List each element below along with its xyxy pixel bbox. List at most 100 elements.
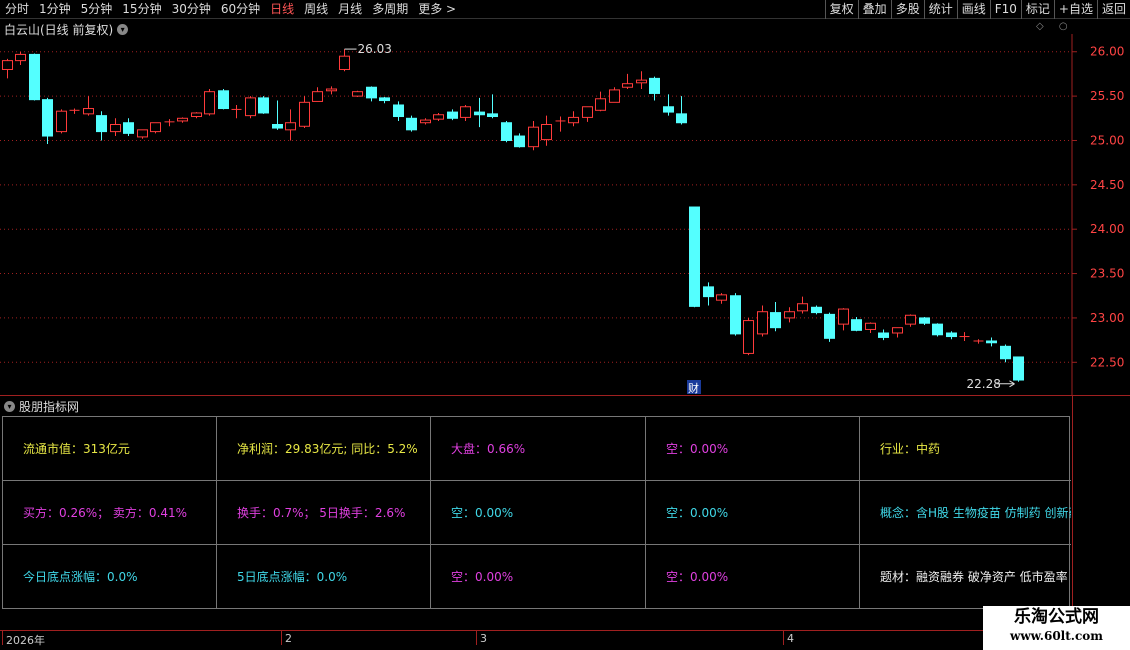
candle-body-down bbox=[932, 323, 943, 336]
tab-period-0[interactable]: 分时 bbox=[0, 0, 34, 19]
tool-button-1[interactable]: 叠加 bbox=[857, 0, 891, 19]
chevron-down-icon[interactable]: ▾ bbox=[4, 401, 15, 412]
date-axis: 2026年 2 3 4 bbox=[0, 630, 1130, 650]
watermark-line1: 乐淘公式网 bbox=[1014, 607, 1099, 627]
candle-body-up bbox=[797, 303, 808, 312]
candle-body-up bbox=[636, 79, 647, 84]
candle-body-down bbox=[366, 86, 377, 99]
date-label: 2 bbox=[285, 632, 292, 645]
candle-body-up bbox=[110, 124, 121, 133]
candle-body-up bbox=[352, 91, 363, 97]
right-axis-strip bbox=[1072, 396, 1130, 630]
tab-period-9[interactable]: 多周期 bbox=[367, 0, 413, 19]
candle-body-up bbox=[595, 98, 606, 111]
candle-body-up bbox=[541, 124, 552, 141]
candle-body-down bbox=[487, 113, 498, 118]
candle-body-up bbox=[285, 122, 296, 131]
candle-body-down bbox=[730, 295, 741, 335]
candle-body-up bbox=[191, 112, 202, 118]
candle-body-up bbox=[420, 119, 431, 124]
watermark-line2: www.60lt.com bbox=[1010, 629, 1103, 643]
indicator-cell-r0c0: 流通市值：313亿元 bbox=[3, 417, 217, 481]
tool-button-0[interactable]: 复权 bbox=[824, 0, 858, 19]
candle-body-down bbox=[501, 122, 512, 141]
tab-period-5[interactable]: 60分钟 bbox=[216, 0, 265, 19]
candle-body-down bbox=[272, 124, 283, 129]
candle-body-down bbox=[123, 122, 134, 134]
tab-period-8[interactable]: 月线 bbox=[333, 0, 367, 19]
candle-body-down bbox=[824, 313, 835, 339]
indicator-cell-r2c2: 空：0.00% bbox=[431, 545, 646, 608]
candle-body-down bbox=[258, 97, 269, 114]
indicator-cell-r2c0: 今日底点涨幅：0.0% bbox=[3, 545, 217, 608]
y-tick-label: 22.50 bbox=[1090, 355, 1124, 369]
indicator-cell-r0c1: 净利润：29.83亿元; 同比：5.2% bbox=[217, 417, 431, 481]
panel-title: 股朋指标网 bbox=[19, 400, 80, 414]
candle-body-up bbox=[743, 320, 754, 354]
tool-button-4[interactable]: 画线 bbox=[956, 0, 990, 19]
candle-body-down bbox=[649, 77, 660, 94]
header-icons[interactable]: ◇ ○ bbox=[1036, 21, 1074, 32]
candle-body-up bbox=[582, 106, 593, 118]
date-tick bbox=[476, 631, 477, 645]
candle-body-down bbox=[946, 332, 957, 338]
candle-body-up bbox=[245, 97, 256, 117]
tool-button-5[interactable]: F10 bbox=[989, 0, 1021, 19]
tab-period-3[interactable]: 15分钟 bbox=[117, 0, 166, 19]
top-toolbar: 分时 1分钟 5分钟 15分钟 30分钟 60分钟 日线 周线 月线 多周期 更多 > 复权 叠加 多股… bbox=[0, 0, 1130, 19]
candle-body-up bbox=[784, 311, 795, 319]
candle-body-down bbox=[770, 312, 781, 329]
candle-body-down bbox=[663, 106, 674, 113]
date-label: 4 bbox=[787, 632, 794, 645]
tab-period-4[interactable]: 30分钟 bbox=[167, 0, 216, 19]
candle-body-down bbox=[919, 317, 930, 324]
candle-body-down bbox=[514, 135, 525, 148]
tab-period-1[interactable]: 1分钟 bbox=[34, 0, 76, 19]
date-tick bbox=[281, 631, 282, 645]
indicator-cell-r2c3: 空：0.00% bbox=[646, 545, 860, 608]
candle-body-up bbox=[177, 117, 188, 122]
tool-button-3[interactable]: 统计 bbox=[923, 0, 957, 19]
candle-body-down bbox=[878, 332, 889, 338]
tab-period-6[interactable]: 日线 bbox=[265, 0, 299, 19]
candle-body-up bbox=[312, 91, 323, 102]
tool-button-2[interactable]: 多股 bbox=[890, 0, 924, 19]
candle-body-down bbox=[474, 111, 485, 116]
date-label: 3 bbox=[480, 632, 487, 645]
indicator-table: 流通市值：313亿元 净利润：29.83亿元; 同比：5.2% 大盘：0.66% 空：… bbox=[2, 416, 1071, 609]
candle-body-up bbox=[568, 116, 579, 124]
panel-title-bar: ▾ 股朋指标网 bbox=[4, 398, 79, 415]
candle-body-up bbox=[905, 314, 916, 325]
candle-body-down bbox=[96, 115, 107, 133]
indicator-cell-r1c0: 买方：0.26%； 卖方：0.41% bbox=[3, 481, 217, 545]
candle-body-down bbox=[29, 53, 40, 101]
candle-body-down bbox=[986, 340, 997, 344]
tab-period-2[interactable]: 5分钟 bbox=[76, 0, 118, 19]
candle-body-up bbox=[150, 122, 161, 133]
candle-body-down bbox=[1000, 345, 1011, 360]
y-tick-label: 23.00 bbox=[1090, 311, 1124, 325]
event-marker-label: 财 bbox=[688, 381, 699, 395]
indicator-cell-r0c2: 大盘：0.66% bbox=[431, 417, 646, 481]
candle-body-up bbox=[892, 327, 903, 334]
tool-button-6[interactable]: 标记 bbox=[1020, 0, 1054, 19]
date-label: 2026年 bbox=[6, 634, 45, 647]
indicator-cell-r1c4: 概念：含H股 生物疫苗 仿制药 创新药 bbox=[860, 481, 1071, 545]
indicator-cell-r0c4: 行业：中药 bbox=[860, 417, 1071, 481]
candle-body-up bbox=[460, 106, 471, 118]
candle-body-down bbox=[851, 319, 862, 331]
candle-body-down bbox=[689, 206, 700, 307]
y-tick-label: 24.00 bbox=[1090, 222, 1124, 236]
low-price-label: 22.28 bbox=[967, 377, 1001, 391]
candle-body-up bbox=[757, 311, 768, 335]
tab-period-7[interactable]: 周线 bbox=[299, 0, 333, 19]
candle-body-up bbox=[528, 126, 539, 148]
tool-button-8[interactable]: 返回 bbox=[1096, 0, 1130, 19]
kline-chart[interactable]: 26.00 25.50 25.00 24.50 24.00 23.50 23.00 22.50… bbox=[0, 34, 1130, 396]
tab-period-10[interactable]: 更多 > bbox=[413, 0, 461, 19]
y-tick-label: 26.00 bbox=[1090, 45, 1124, 59]
candle-body-down bbox=[393, 104, 404, 118]
candle-body-up bbox=[56, 110, 67, 133]
watermark-logo: 乐淘公式网 www.60lt.com bbox=[983, 606, 1130, 650]
tool-button-7[interactable]: +自选 bbox=[1053, 0, 1097, 19]
